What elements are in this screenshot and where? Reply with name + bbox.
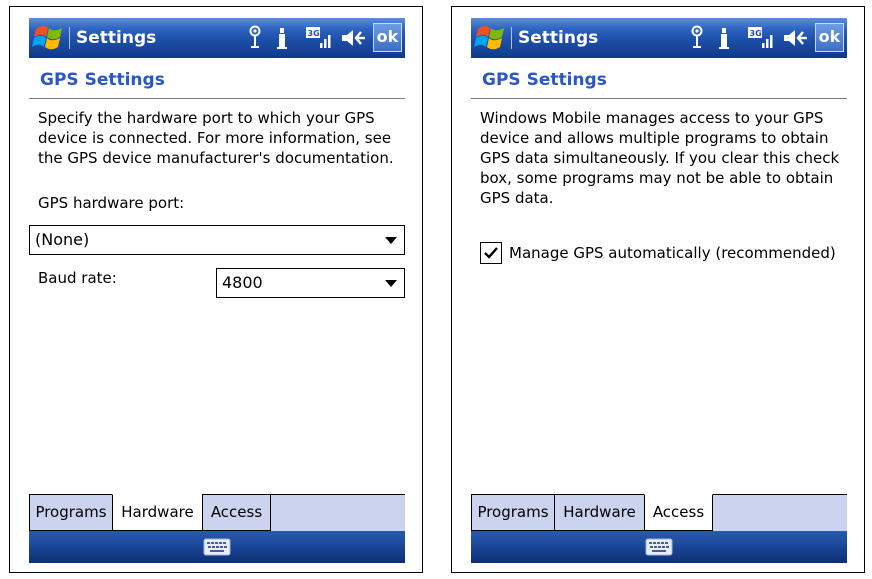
ok-button[interactable]: ok [373,23,402,52]
keyboard-icon[interactable] [203,538,231,556]
header-divider [29,98,405,99]
keyboard-icon[interactable] [645,538,673,556]
port-label: GPS hardware port: [38,194,185,212]
page-title: GPS Settings [482,70,607,90]
svg-text:3G: 3G [308,29,320,38]
gps-settings-hardware-screen: Settings 3G ok GPS Settings Specify the … [9,6,423,573]
tab-bar: Programs Hardware Access [471,494,847,531]
speaker-icon[interactable] [339,24,367,52]
3g-signal-icon[interactable]: 3G [747,24,773,52]
app-title[interactable]: Settings [76,26,156,50]
tab-access[interactable]: Access [202,494,271,531]
connection-icon[interactable] [718,24,730,52]
baud-rate-label: Baud rate: [38,269,117,287]
gps-port-dropdown[interactable]: (None) [29,225,405,255]
manage-gps-checkbox[interactable] [480,242,502,264]
connection-icon[interactable] [276,24,288,52]
speaker-icon[interactable] [781,24,809,52]
description-text: Specify the hardware port to which your … [38,109,394,167]
baud-rate-dropdown[interactable]: 4800 [216,268,405,298]
dropdown-value: 4800 [222,273,263,292]
checkmark-icon [484,247,498,259]
title-separator [511,27,512,49]
antenna-icon[interactable] [688,24,706,52]
manage-gps-label[interactable]: Manage GPS automatically (recommended) [509,243,836,263]
app-title[interactable]: Settings [518,26,598,50]
device-screen: Settings 3G [29,18,405,563]
tab-access[interactable]: Access [644,494,713,531]
page-header: GPS Settings [29,58,405,102]
description-text: Windows Mobile manages access to your GP… [480,109,840,207]
chevron-down-icon[interactable] [385,237,397,244]
tab-programs[interactable]: Programs [471,494,555,531]
gps-settings-access-screen: Settings 3G ok GPS Settings Windows Mobi… [451,6,865,573]
windows-flag-icon[interactable] [474,22,508,54]
page-title: GPS Settings [40,70,165,90]
chevron-down-icon[interactable] [385,280,397,287]
title-separator [69,27,70,49]
soft-key-bar [471,531,847,563]
title-bar: Settings 3G ok [471,18,847,58]
header-divider [471,98,847,99]
antenna-icon[interactable] [246,24,264,52]
page-header: GPS Settings [471,58,847,102]
svg-text:3G: 3G [750,29,762,38]
ok-button[interactable]: ok [815,23,844,52]
windows-flag-icon[interactable] [32,22,66,54]
tab-hardware[interactable]: Hardware [554,494,645,531]
tab-programs[interactable]: Programs [29,494,113,531]
tab-bar: Programs Hardware Access [29,494,405,531]
soft-key-bar [29,531,405,563]
3g-signal-icon[interactable]: 3G [305,24,331,52]
device-screen: Settings 3G [471,18,847,563]
tab-hardware[interactable]: Hardware [112,494,203,531]
title-bar: Settings 3G ok [29,18,405,58]
dropdown-value: (None) [35,230,90,249]
